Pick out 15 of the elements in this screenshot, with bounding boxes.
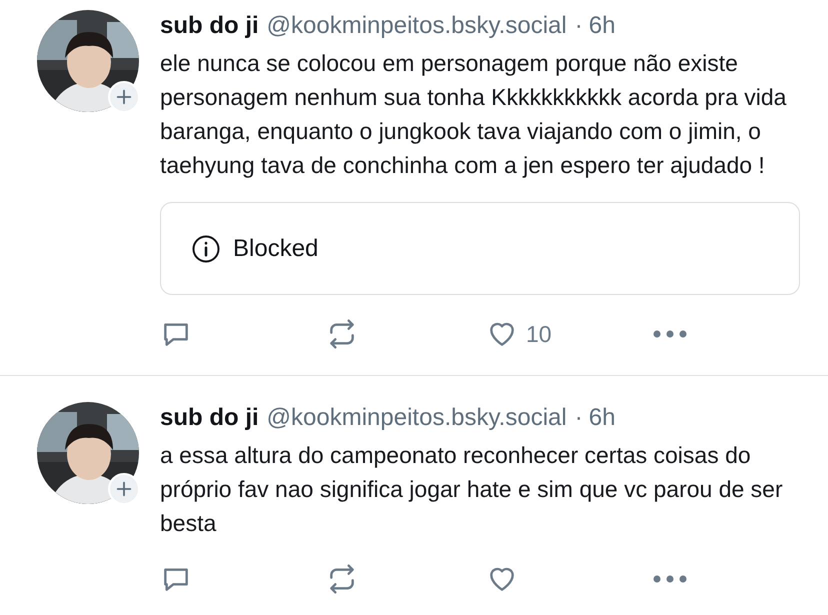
blocked-label: Blocked (233, 234, 318, 264)
author-handle[interactable]: @kookminpeitos.bsky.social (266, 10, 567, 42)
info-icon (191, 234, 221, 264)
more-icon[interactable] (652, 329, 688, 339)
author-name[interactable]: sub do ji (160, 10, 259, 42)
post-time: 6h (588, 403, 616, 433)
separator-dot: · (574, 403, 583, 433)
like-count: 10 (526, 320, 552, 349)
post-text: ele nunca se colocou em personagem porque não existe personagem nenhum sua tonha Kkkkkkkkkkk acorda pra vida baranga, enquanto o jungkook tava viajando com o jimin, o taehyung tava de conchinha com a jen espero ter ajudado ! (160, 49, 788, 180)
separator-dot: · (574, 11, 583, 41)
more-icon[interactable] (652, 574, 688, 584)
author-handle[interactable]: @kookminpeitos.bsky.social (266, 402, 567, 434)
post-text: a essa altura do campeonato reconhecer certas coisas do próprio fav nao significa jogar hate e sim que vc parou de ser besta (160, 441, 784, 538)
author-name[interactable]: sub do ji (160, 402, 259, 434)
post-time: 6h (588, 11, 616, 41)
